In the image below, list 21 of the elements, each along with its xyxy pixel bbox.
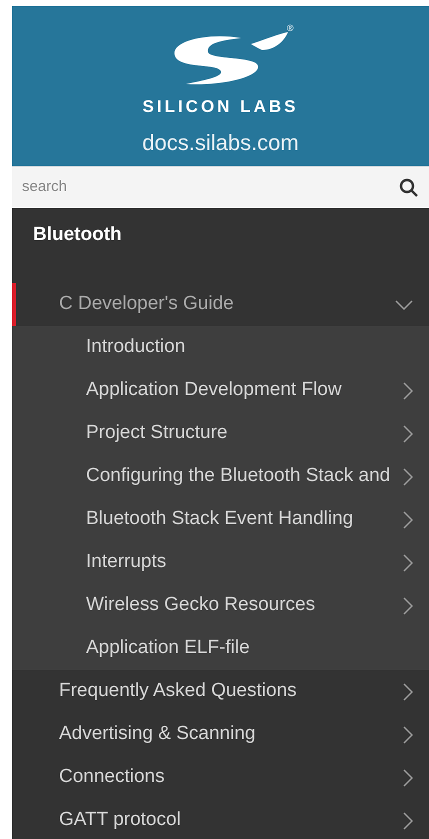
nav-item[interactable]: Frequently Asked Questions [12,670,429,713]
nav-item[interactable]: C Developer's Guide [12,283,429,326]
search-field[interactable]: search [22,176,399,199]
search-bar[interactable]: search [12,166,429,208]
nav-item[interactable]: Bluetooth Stack Event Handling [12,498,429,541]
nav-item[interactable]: Project Structure [12,412,429,455]
nav-item[interactable]: Wireless Gecko Resources [12,584,429,627]
site-name: docs.silabs.com [142,128,299,156]
nav-item[interactable]: Application ELF-file [12,627,429,670]
registered-mark: ® [286,22,294,35]
nav-item[interactable]: Configuring the Bluetooth Stack and [12,455,429,498]
section-title: Bluetooth [33,222,122,247]
nav-item[interactable]: Advertising & Scanning [12,713,429,756]
nav-item[interactable]: Application Development Flow [12,369,429,412]
selection-marker [12,283,16,326]
nav-item[interactable]: Interrupts [12,541,429,584]
search-icon[interactable] [399,178,419,198]
nav-item[interactable]: Introduction [12,326,429,369]
nav-item[interactable]: Connections [12,756,429,799]
brand-name: SILICON LABS [142,96,298,118]
nav-item[interactable]: GATT protocol [12,799,429,839]
